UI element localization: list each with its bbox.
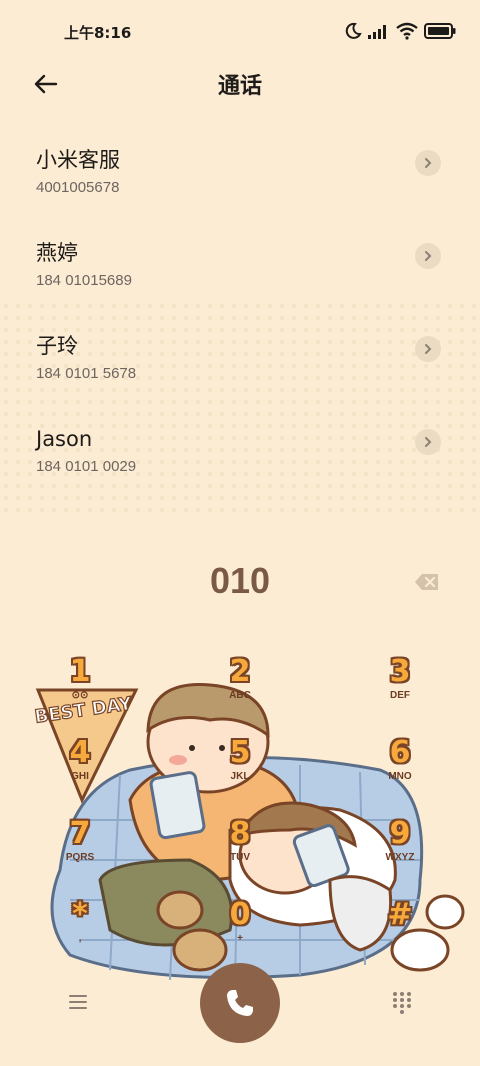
key-digit: 5 bbox=[229, 735, 251, 770]
contact-item[interactable]: 小米客服 4001005678 bbox=[0, 135, 480, 228]
key-1[interactable]: 1 ⊙⊙ bbox=[40, 655, 120, 715]
contact-number: 4001005678 bbox=[36, 179, 120, 196]
key-digit: * bbox=[72, 897, 88, 932]
backspace-icon bbox=[415, 574, 438, 590]
toggle-dialpad-button[interactable] bbox=[390, 990, 414, 1014]
chevron-right-icon bbox=[425, 344, 432, 354]
key-digit: 3 bbox=[389, 654, 411, 689]
key-letters: JKL bbox=[230, 771, 250, 782]
contact-item[interactable]: 子玲 184 0101 5678 bbox=[0, 321, 480, 414]
contact-name: 燕婷 bbox=[36, 241, 78, 265]
backspace-button[interactable] bbox=[414, 572, 440, 592]
contact-name: Jason bbox=[36, 427, 93, 451]
key-digit: # bbox=[387, 897, 413, 932]
header: 通话 bbox=[0, 62, 480, 106]
battery-icon bbox=[424, 23, 456, 39]
voicemail-icon: ⊙⊙ bbox=[71, 690, 89, 701]
contact-item[interactable]: Jason 184 0101 0029 bbox=[0, 414, 480, 507]
key-digit: 9 bbox=[389, 816, 411, 851]
contact-detail-button[interactable] bbox=[415, 429, 441, 455]
key-hash[interactable]: # bbox=[360, 898, 440, 958]
contact-number: 184 01015689 bbox=[36, 272, 132, 289]
signal-icon bbox=[368, 25, 386, 39]
key-digit: 6 bbox=[389, 735, 411, 770]
call-button[interactable] bbox=[200, 963, 280, 1043]
key-7[interactable]: 7 PQRS bbox=[40, 817, 120, 877]
key-digit: 0 bbox=[229, 897, 251, 932]
dialpad: 1 ⊙⊙ 2 ABC 3 DEF 4 GHI 5 JKL 6 MNO 7 PQR… bbox=[0, 650, 480, 950]
key-letters: + bbox=[237, 933, 243, 944]
key-2[interactable]: 2 ABC bbox=[200, 655, 280, 715]
chevron-right-icon bbox=[425, 251, 432, 261]
key-letters: ABC bbox=[229, 690, 251, 701]
status-bar: 上午8:16 bbox=[0, 0, 480, 62]
menu-button[interactable] bbox=[66, 990, 90, 1014]
key-letters: GHI bbox=[71, 771, 89, 782]
key-3[interactable]: 3 DEF bbox=[360, 655, 440, 715]
key-digit: 7 bbox=[69, 816, 91, 851]
key-letters: TUV bbox=[230, 852, 250, 863]
key-digit: 1 bbox=[69, 654, 91, 689]
phone-icon bbox=[227, 990, 253, 1016]
contact-detail-button[interactable] bbox=[415, 243, 441, 269]
chevron-right-icon bbox=[425, 437, 432, 447]
dialed-number-display: 010 bbox=[209, 560, 271, 601]
do-not-disturb-moon-icon bbox=[345, 22, 362, 39]
key-4[interactable]: 4 GHI bbox=[40, 736, 120, 796]
key-star[interactable]: * , bbox=[40, 898, 120, 958]
key-letters: MNO bbox=[388, 771, 412, 782]
key-9[interactable]: 9 WXYZ bbox=[360, 817, 440, 877]
key-8[interactable]: 8 TUV bbox=[200, 817, 280, 877]
contact-detail-button[interactable] bbox=[415, 336, 441, 362]
status-time: 上午8:16 bbox=[64, 24, 132, 42]
contact-name: 小米客服 bbox=[36, 148, 120, 172]
menu-icon bbox=[69, 995, 87, 1009]
dialpad-icon bbox=[393, 992, 411, 1014]
status-icons bbox=[344, 20, 456, 42]
contact-suggestion-list: 小米客服 4001005678 燕婷 184 01015689 子玲 184 0… bbox=[0, 135, 480, 507]
key-letters: , bbox=[78, 933, 82, 944]
key-6[interactable]: 6 MNO bbox=[360, 736, 440, 796]
contact-number: 184 0101 0029 bbox=[36, 458, 137, 475]
key-0[interactable]: 0 + bbox=[200, 898, 280, 958]
contact-item[interactable]: 燕婷 184 01015689 bbox=[0, 228, 480, 321]
key-digit: 4 bbox=[69, 735, 91, 770]
chevron-right-icon bbox=[425, 158, 432, 168]
key-digit: 8 bbox=[229, 816, 251, 851]
key-digit: 2 bbox=[229, 654, 251, 689]
contact-detail-button[interactable] bbox=[415, 150, 441, 176]
key-letters: PQRS bbox=[65, 852, 95, 863]
page-title: 通话 bbox=[217, 74, 262, 99]
key-5[interactable]: 5 JKL bbox=[200, 736, 280, 796]
bottom-action-bar bbox=[0, 960, 480, 1050]
contact-number: 184 0101 5678 bbox=[36, 365, 137, 382]
key-letters: WXYZ bbox=[385, 852, 415, 863]
key-letters: DEF bbox=[390, 690, 410, 701]
contact-name: 子玲 bbox=[36, 334, 78, 358]
wifi-icon bbox=[396, 22, 418, 40]
